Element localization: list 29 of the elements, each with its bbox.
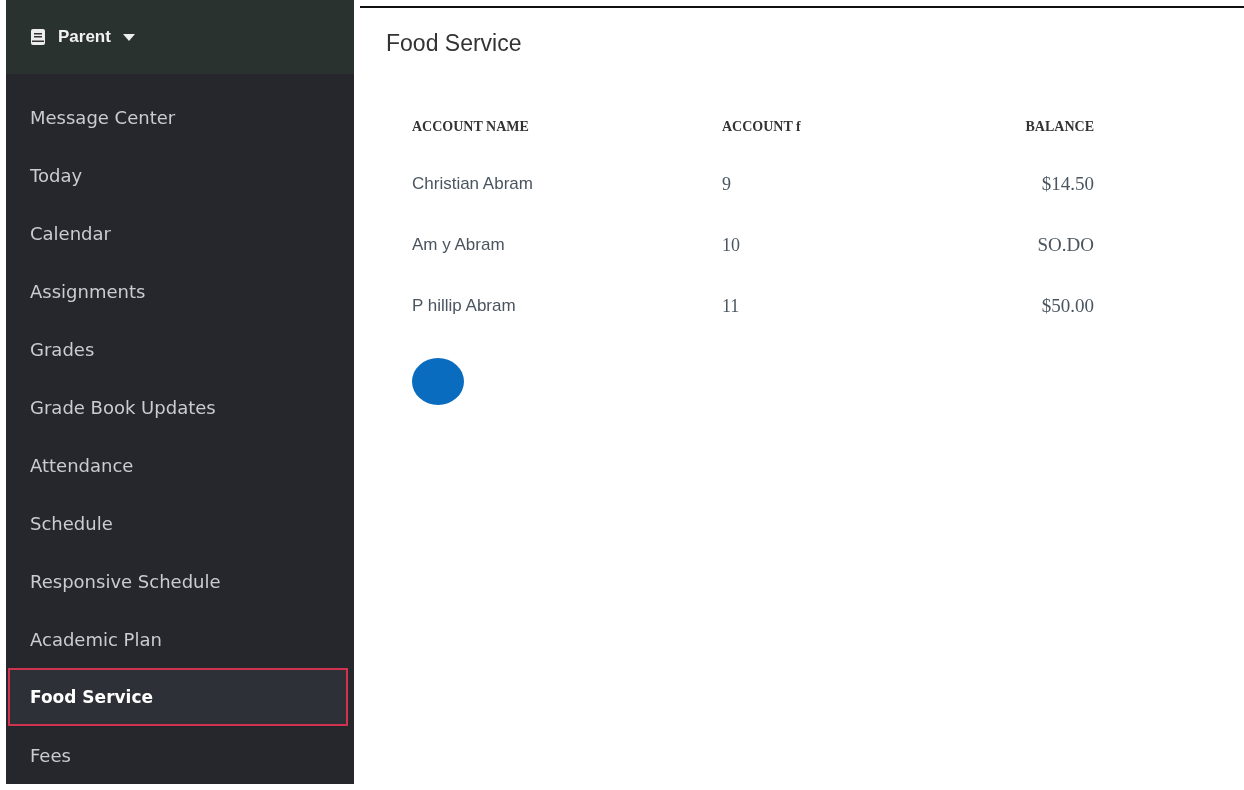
table-cell-text: $14.50 — [1040, 172, 1094, 196]
column-header: BALANCE — [1024, 119, 1094, 136]
sidebar-item[interactable]: Grades — [8, 320, 348, 378]
table-cell-text: $50.00 — [1040, 294, 1094, 318]
sidebar-item[interactable]: Grade Book Updates — [8, 378, 348, 436]
caret-icon — [122, 33, 135, 41]
sidebar-item[interactable]: Message Center — [8, 88, 348, 146]
column-header: ACCOUNT NAME — [412, 119, 722, 153]
sidebar-item[interactable]: Academic Plan — [8, 610, 348, 668]
table-cell: Christian Abram — [412, 153, 722, 214]
sidebar-item[interactable]: Assignments — [8, 262, 348, 320]
table-cell-text: P hillip Abram — [412, 295, 517, 317]
book-icon — [30, 28, 46, 46]
table-cell-text: 11 — [722, 294, 741, 318]
role-dropdown[interactable]: Parent — [6, 0, 354, 74]
sidebar-item[interactable]: Responsive Schedule — [8, 552, 348, 610]
column-header: ACCOUNT f — [722, 119, 802, 136]
sidebar-item[interactable]: Food Service — [8, 668, 348, 726]
sidebar-item[interactable]: Fees — [8, 726, 348, 784]
sidebar-item[interactable]: Today — [8, 146, 348, 204]
sidebar-item[interactable]: Schedule — [8, 494, 348, 552]
table-cell-text: 10 — [722, 233, 741, 257]
sidebar-item[interactable]: Calendar — [8, 204, 348, 262]
sidebar-item[interactable]: Attendance — [8, 436, 348, 494]
table-cell-text: SO.DO — [1036, 233, 1094, 257]
circle-shape — [412, 358, 464, 405]
table-cell-text: Am y Abram — [412, 234, 506, 256]
table-cell-text: 9 — [722, 172, 732, 196]
page-title: Food Service — [386, 30, 523, 57]
